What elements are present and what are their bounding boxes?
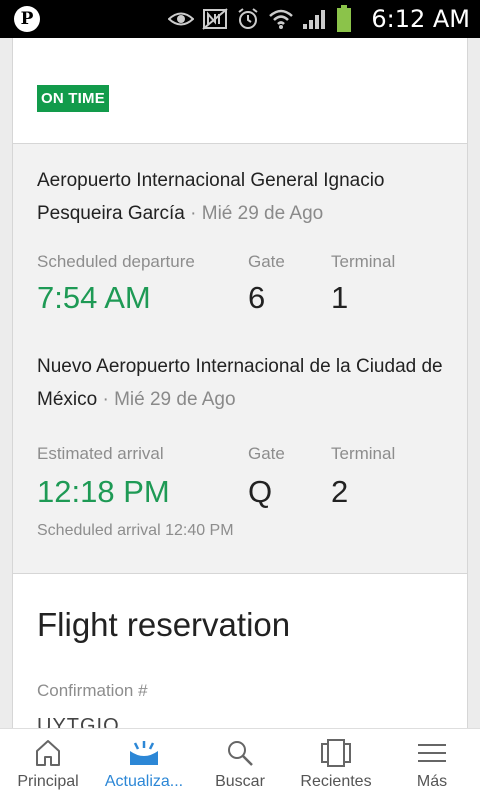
wifi-icon bbox=[269, 9, 293, 29]
itinerary-card: Aeropuerto Internacional General Ignacio… bbox=[12, 144, 468, 574]
home-icon bbox=[36, 740, 60, 766]
nav-item-recents[interactable]: Recientes bbox=[288, 729, 384, 800]
nav-item-more[interactable]: Más bbox=[384, 729, 480, 800]
signal-icon bbox=[303, 10, 325, 29]
arrival-gate: Q bbox=[248, 474, 273, 509]
reservation-card: Flight reservation Confirmation # UYTGIO bbox=[12, 574, 468, 728]
status-clock: 6:12 AM bbox=[371, 5, 470, 33]
updates-icon bbox=[130, 741, 158, 765]
arrival-time-label: Estimated arrival bbox=[37, 444, 164, 463]
nav-label-principal: Principal bbox=[17, 773, 79, 790]
departure-terminal-label: Terminal bbox=[331, 252, 396, 271]
reservation-title: Flight reservation bbox=[37, 606, 291, 643]
battery-icon bbox=[337, 5, 351, 32]
on-time-badge: ON TIME bbox=[37, 85, 109, 112]
arrival-gate-label: Gate bbox=[248, 444, 285, 463]
arrival-airport-name: Nuevo Aeropuerto Internacional de la Ciu… bbox=[37, 356, 443, 410]
nav-item-updates[interactable]: Actualiza... bbox=[96, 729, 192, 800]
arrival-terminal-label: Terminal bbox=[331, 444, 396, 463]
nav-label-recents: Recientes bbox=[300, 773, 372, 790]
nav-label-search: Buscar bbox=[215, 773, 265, 790]
nfc-icon bbox=[202, 8, 228, 30]
nav-item-principal[interactable]: Principal bbox=[0, 729, 96, 800]
arrival-date: · Mié 29 de Ago bbox=[102, 389, 236, 410]
eye-icon bbox=[168, 12, 194, 26]
flight-details-content[interactable]: ON TIME Aeropuerto Internacional General… bbox=[0, 38, 480, 728]
departure-gate-label: Gate bbox=[248, 252, 285, 271]
pinterest-icon: P bbox=[14, 6, 40, 32]
nav-label-more: Más bbox=[416, 773, 448, 790]
pinterest-glyph: P bbox=[20, 9, 34, 29]
confirmation-value: UYTGIO bbox=[37, 715, 120, 728]
alarm-icon bbox=[238, 8, 258, 29]
arrival-airport: Nuevo Aeropuerto Internacional de la Ciu… bbox=[37, 350, 447, 416]
nav-item-search[interactable]: Buscar bbox=[192, 729, 288, 800]
departure-time: 7:54 AM bbox=[37, 280, 151, 315]
confirmation-label: Confirmation # bbox=[37, 681, 148, 700]
status-icons bbox=[168, 4, 352, 34]
departure-airport: Aeropuerto Internacional General Ignacio… bbox=[37, 164, 447, 230]
bottom-nav: Principal Actualiza... Buscar Recientes … bbox=[0, 728, 480, 800]
departure-gate: 6 bbox=[248, 280, 266, 315]
arrival-time: 12:18 PM bbox=[37, 474, 170, 509]
status-bar: P 6:12 AM bbox=[0, 0, 480, 38]
departure-terminal: 1 bbox=[331, 280, 349, 315]
scheduled-arrival-note: Scheduled arrival 12:40 PM bbox=[37, 522, 234, 539]
status-card: ON TIME bbox=[12, 38, 468, 144]
nav-label-updates: Actualiza... bbox=[104, 773, 184, 790]
departure-time-label: Scheduled departure bbox=[37, 252, 195, 271]
menu-icon bbox=[418, 744, 446, 762]
recents-icon bbox=[321, 739, 351, 767]
departure-date: · Mié 29 de Ago bbox=[190, 203, 324, 224]
arrival-terminal: 2 bbox=[331, 474, 349, 509]
search-icon bbox=[228, 741, 253, 766]
